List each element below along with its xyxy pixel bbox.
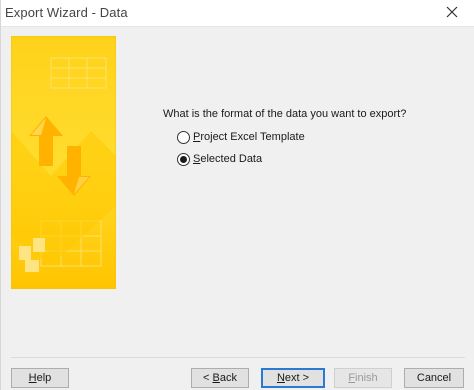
- mnemonic-h: H: [28, 372, 37, 384]
- option-label-project-excel-template: Project Excel Template: [193, 131, 305, 143]
- mnemonic-b: B: [212, 372, 220, 384]
- title-bar: Export Wizard - Data: [1, 0, 474, 27]
- next-button[interactable]: Next >: [261, 368, 325, 388]
- footer-divider: [11, 357, 465, 358]
- label-rest: ack: [219, 372, 237, 384]
- label-rest: elected Data: [200, 153, 263, 165]
- export-wizard-window: Export Wizard - Data What is the format …: [0, 0, 474, 390]
- back-button[interactable]: < Back: [191, 368, 249, 388]
- option-label-selected-data: Selected Data: [193, 153, 262, 165]
- wizard-banner-graphic: [11, 36, 116, 289]
- label-prefix: <: [203, 372, 213, 384]
- radio-project-excel-template[interactable]: [177, 130, 190, 144]
- option-selected-data[interactable]: Selected Data: [177, 151, 262, 167]
- help-button[interactable]: Help: [11, 368, 69, 388]
- label-rest: inish: [355, 372, 378, 384]
- finish-button[interactable]: Finish: [334, 368, 392, 388]
- cancel-button[interactable]: Cancel: [404, 368, 464, 388]
- mnemonic-n: N: [276, 372, 285, 384]
- option-project-excel-template[interactable]: Project Excel Template: [177, 129, 305, 145]
- window-title: Export Wizard - Data: [5, 5, 128, 20]
- radio-selected-data[interactable]: [177, 152, 190, 166]
- label-rest: elp: [36, 372, 52, 384]
- label-rest: roject Excel Template: [200, 131, 305, 143]
- export-format-prompt: What is the format of the data you want …: [163, 108, 407, 120]
- close-icon[interactable]: [443, 3, 461, 21]
- label-rest: ext >: [284, 372, 310, 384]
